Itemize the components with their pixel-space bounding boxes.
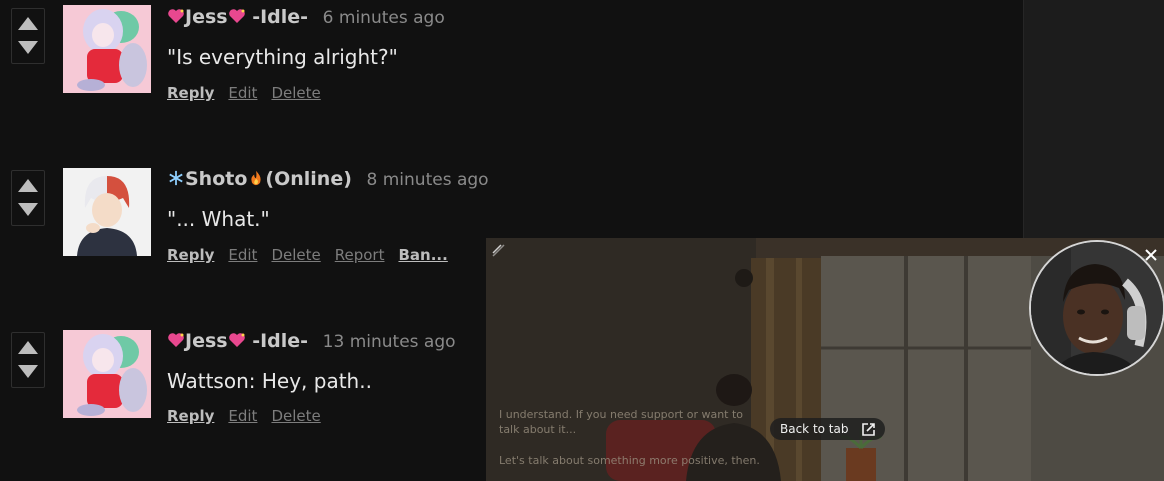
edit-link[interactable]: Edit <box>228 407 257 425</box>
user-status: -Idle- <box>252 330 309 352</box>
upvote-icon[interactable] <box>18 341 38 354</box>
ban-link[interactable]: Ban... <box>398 246 447 264</box>
user-status: (Online) <box>265 168 352 190</box>
sparkling-heart-icon <box>168 333 184 347</box>
comment-body: "Is everything alright?" <box>167 45 398 69</box>
vote-box <box>11 8 45 64</box>
subtitle-line: Let's talk about something more positive… <box>499 454 760 467</box>
upvote-icon[interactable] <box>18 17 38 30</box>
reply-link[interactable]: Reply <box>167 246 214 264</box>
timestamp[interactable]: 8 minutes ago <box>367 170 489 190</box>
comment-header: Jess -Idle- 6 minutes ago <box>167 6 445 28</box>
vote-box <box>11 170 45 226</box>
delete-link[interactable]: Delete <box>271 407 320 425</box>
snowflake-icon <box>169 170 183 186</box>
avatar[interactable] <box>63 330 151 418</box>
comment-actions: Reply Edit Delete <box>167 407 335 425</box>
timestamp[interactable]: 6 minutes ago <box>323 8 445 28</box>
vote-box <box>11 332 45 388</box>
timestamp[interactable]: 13 minutes ago <box>323 332 456 352</box>
downvote-icon[interactable] <box>18 41 38 54</box>
comment-body: "... What." <box>167 207 270 231</box>
sparkling-heart-icon <box>228 333 245 347</box>
delete-link[interactable]: Delete <box>271 246 320 264</box>
reply-link[interactable]: Reply <box>167 84 214 102</box>
back-to-tab-button[interactable]: Back to tab <box>770 418 885 440</box>
comment-body: Wattson: Hey, path.. <box>167 369 372 393</box>
delete-link[interactable]: Delete <box>271 84 320 102</box>
avatar[interactable] <box>63 168 151 256</box>
comment-header: Shoto (Online) 8 minutes ago <box>167 168 489 190</box>
sparkling-heart-icon <box>168 9 184 23</box>
comment-header: Jess -Idle- 13 minutes ago <box>167 330 456 352</box>
username[interactable]: Jess <box>185 330 228 352</box>
open-external-icon <box>862 423 875 436</box>
edit-link[interactable]: Edit <box>228 84 257 102</box>
downvote-icon[interactable] <box>18 203 38 216</box>
comment-actions: Reply Edit Delete Report Ban... <box>167 246 462 264</box>
user-status: -Idle- <box>252 6 309 28</box>
upvote-icon[interactable] <box>18 179 38 192</box>
fire-icon <box>251 170 261 186</box>
subtitle-line: talk about it... <box>499 423 577 436</box>
username[interactable]: Shoto <box>185 168 247 190</box>
sparkling-heart-icon <box>228 9 245 23</box>
avatar[interactable] <box>63 5 151 93</box>
comment-actions: Reply Edit Delete <box>167 84 335 102</box>
downvote-icon[interactable] <box>18 365 38 378</box>
close-icon[interactable] <box>1142 246 1160 264</box>
subtitle-line: I understand. If you need support or wan… <box>499 408 744 421</box>
back-to-tab-label: Back to tab <box>780 422 849 436</box>
resize-handle-icon[interactable] <box>491 243 505 257</box>
reply-link[interactable]: Reply <box>167 407 214 425</box>
edit-link[interactable]: Edit <box>228 246 257 264</box>
report-link[interactable]: Report <box>335 246 385 264</box>
username[interactable]: Jess <box>185 6 228 28</box>
